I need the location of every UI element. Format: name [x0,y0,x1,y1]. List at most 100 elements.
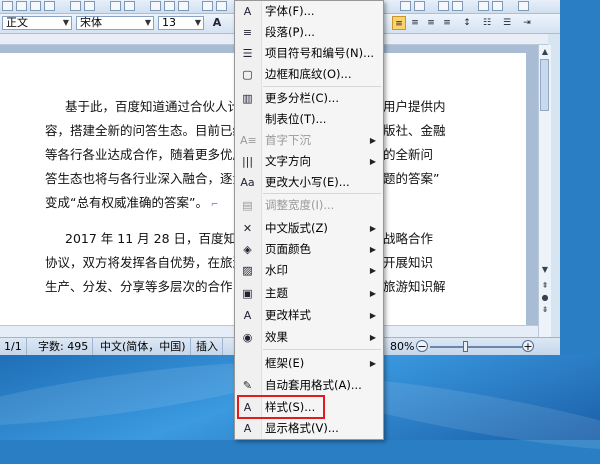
page-count: 1/1 [4,340,22,353]
vertical-scrollbar[interactable]: ▲ ▼ ⇞ ● ⇟ [538,45,551,337]
menu-item[interactable]: ◉ 效果 ▶ [235,327,383,348]
menu-item[interactable]: A 显示格式(V)... [235,418,383,439]
align-right-icon: ≡ [427,18,435,28]
show-hide-icon[interactable] [492,1,503,11]
numbering-button[interactable]: ☷ [480,16,494,30]
justify-button[interactable]: ≡ [440,16,454,30]
zoom-toolbar-icon[interactable] [518,1,529,11]
table-icon[interactable] [400,1,411,11]
permission-icon[interactable] [30,1,41,11]
scroll-down-icon[interactable]: ▼ [540,265,550,274]
print-icon[interactable] [70,1,81,11]
browse-object-icon[interactable]: ● [540,293,550,302]
style-combo-value: 正文 [6,16,28,29]
status-page[interactable]: 1/1 [0,338,27,356]
change-case-icon: Aa [240,176,255,189]
drop-cap-icon: A≡ [240,134,257,147]
menu-item[interactable]: ▨ 水印 ▶ [235,260,383,281]
autoformat-icon: ✎ [242,379,253,392]
status-language[interactable]: 中文(简体，中国) [96,338,191,356]
style-combo[interactable]: 正文 ▼ [2,16,72,30]
columns-toolbar-icon[interactable] [438,1,449,11]
menu-item[interactable]: 框架(E) ▶ [235,353,383,374]
insert-mode-label: 插入 [196,340,218,353]
doc-line: 答生态也将与各行业深入融合，逐步 [45,171,246,186]
paste-icon[interactable] [178,1,189,11]
zoom-slider-knob[interactable] [463,341,468,352]
menu-separator [263,349,381,350]
menu-item-label: 字体(F)... [265,4,315,18]
font-size-combo[interactable]: 13 ▼ [158,16,204,30]
watermark-icon: ▨ [242,264,253,277]
menu-item[interactable]: ||| 文字方向 ▶ [235,151,383,172]
scroll-up-icon[interactable]: ▲ [540,47,550,56]
align-right-button[interactable]: ≡ [424,16,438,30]
line-spacing-button[interactable]: ↕ [460,16,474,30]
email-icon[interactable] [44,1,55,11]
text-direction-icon: ||| [241,155,254,168]
align-left-button[interactable]: ≡ [392,16,406,30]
zoom-slider-track[interactable] [430,346,522,348]
font-A-icon: A [243,5,252,18]
print-preview-icon[interactable] [84,1,95,11]
copy-icon[interactable] [164,1,175,11]
menu-item[interactable]: ☰ 项目符号和编号(N)... [235,43,383,64]
doc-line-right: 开展知识 [383,255,434,270]
spelling-icon[interactable] [110,1,121,11]
menu-item-label: 显示格式(V)... [265,421,339,435]
menu-item[interactable]: A 更改样式 ▶ [235,305,383,326]
font-combo-value: 宋体 [80,16,102,29]
zoom-out-icon[interactable]: − [416,340,428,352]
zoom-in-icon[interactable]: + [522,340,534,352]
menu-item-label: 制表位(T)... [265,112,327,126]
menu-item-label: 文字方向 [265,154,311,168]
open-icon[interactable] [2,1,13,11]
menu-item[interactable]: 制表位(T)... [235,109,383,130]
font-style-button[interactable]: A [210,16,224,30]
status-insert[interactable]: 插入 [192,338,223,356]
menu-item[interactable]: ▢ 边框和底纹(O)... [235,64,383,85]
prev-page-icon[interactable]: ⇞ [540,281,550,290]
bullets-button[interactable]: ☰ [500,16,514,30]
menu-item-label: 中文版式(Z) [265,221,328,235]
format-painter-icon[interactable] [202,1,213,11]
indent-button[interactable]: ⇥ [520,16,534,30]
chinese-layout-icon: ✕ [242,222,253,235]
menu-item[interactable]: ✕ 中文版式(Z) ▶ [235,218,383,239]
save-icon[interactable] [16,1,27,11]
doc-map-icon[interactable] [478,1,489,11]
menu-item-label: 主题 [265,286,288,300]
menu-item[interactable]: ▣ 主题 ▶ [235,283,383,304]
align-center-button[interactable]: ≡ [408,16,422,30]
font-combo[interactable]: 宋体 ▼ [76,16,154,30]
submenu-arrow-icon: ▶ [369,266,376,275]
font-size-value: 13 [162,16,176,29]
research-icon[interactable] [124,1,135,11]
doc-line: 2017 年 11 月 28 日，百度知道 [65,231,249,246]
menu-item-label: 首字下沉 [265,133,311,147]
status-words[interactable]: 字数: 495 [34,338,94,356]
adjust-width-icon: ▤ [242,199,253,212]
menu-item[interactable]: A 字体(F)... [235,1,383,22]
status-zoom[interactable]: 80% [386,338,418,356]
scroll-thumb[interactable] [540,59,549,111]
submenu-arrow-icon: ▶ [369,245,376,254]
submenu-arrow-icon: ▶ [369,157,376,166]
undo-icon[interactable] [216,1,227,11]
doc-line-text: 变成“总有权威准确的答案”。 [45,195,208,210]
menu-item[interactable]: ▥ 更多分栏(C)... [235,88,383,109]
submenu-arrow-icon: ▶ [369,289,376,298]
reveal-format-icon: A [243,422,252,435]
doc-line: 基于此，百度知道通过合伙人计 [65,99,241,114]
menu-item[interactable]: ✎ 自动套用格式(A)... [235,375,383,396]
menu-item: A≡ 首字下沉 ▶ [235,130,383,151]
menu-item[interactable]: Aa 更改大小写(E)... [235,172,383,193]
menu-item[interactable]: ≡ 段落(P)... [235,22,383,43]
drawing-icon[interactable] [452,1,463,11]
next-page-icon[interactable]: ⇟ [540,305,550,314]
cut-icon[interactable] [150,1,161,11]
menu-item-label: 更多分栏(C)... [265,91,339,105]
insert-table-icon[interactable] [414,1,425,11]
menu-item: ▤ 调整宽度(I)... [235,195,383,216]
menu-item[interactable]: ◈ 页面颜色 ▶ [235,239,383,260]
